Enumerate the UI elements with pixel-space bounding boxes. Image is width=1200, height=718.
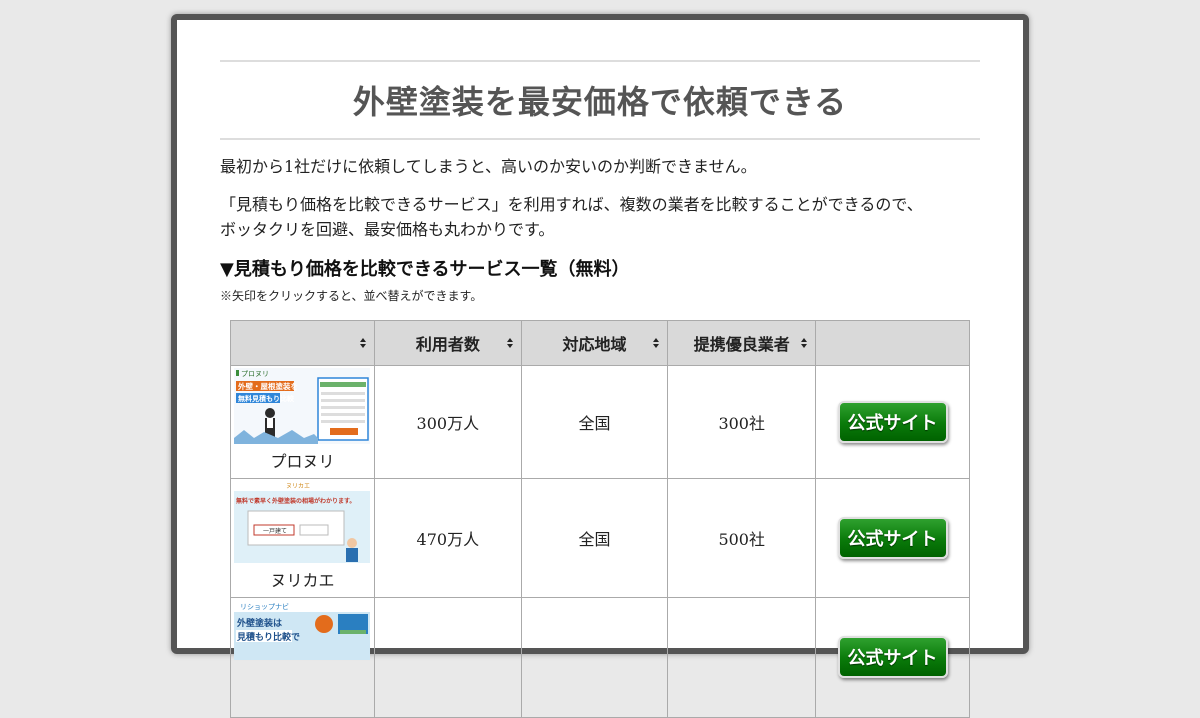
article: 外壁塗装を最安価格で依頼できる 最初から1社だけに依頼してしまうと、高いのか安い… <box>220 60 980 304</box>
service-cell: プロヌリ 外壁・屋根塗装を 無料見積もり比較 プロヌリ <box>230 365 375 479</box>
service-name: ヌリカエ <box>270 571 335 590</box>
sort-arrows-icon[interactable] <box>801 338 808 348</box>
header-users[interactable]: 利用者数 <box>373 320 522 366</box>
paragraph-line-1: 「見積もり価格を比較できるサービス」を利用すれば、複数の業者を比較することができ… <box>220 195 923 214</box>
thumb-sub-text: 見積もり比較で <box>236 631 300 643</box>
header-partners-label: 提携優良業者 <box>693 335 790 354</box>
users-cell: 300万人 <box>373 365 522 479</box>
official-site-button[interactable]: 公式サイト <box>837 636 948 678</box>
nurikae-screenshot-thumbnail[interactable]: ヌリカエ 無料で素早く外壁塗装の相場がわかります。 一戸建て <box>234 481 371 563</box>
sort-arrows-icon[interactable] <box>359 338 367 348</box>
intro-paragraph: 最初から1社だけに依頼してしまうと、高いのか安いのか判断できません。 <box>220 157 757 176</box>
users-cell <box>373 597 522 718</box>
header-partners[interactable]: 提携優良業者 <box>667 320 817 366</box>
service-list-heading: ▼見積もり価格を比較できるサービス一覧（無料） <box>220 259 630 280</box>
thumb-sub-text: 無料見積もり比較 <box>238 394 295 403</box>
table-row: ヌリカエ 無料で素早く外壁塗装の相場がわかります。 一戸建て ヌリカエ 470万… <box>230 478 970 598</box>
header-users-label: 利用者数 <box>415 335 480 354</box>
partners-cell: 500社 <box>667 478 817 598</box>
sort-arrows-icon[interactable] <box>506 338 514 348</box>
thumb-logo-text: ヌリカエ <box>286 483 310 490</box>
link-cell: 公式サイト <box>815 478 970 598</box>
region-cell: 全国 <box>520 365 669 479</box>
page-title: 外壁塗装を最安価格で依頼できる <box>352 83 848 121</box>
table-header-row: 利用者数 対応地域 提携優良業者 <box>230 320 970 366</box>
region-cell: 全国 <box>520 478 669 598</box>
header-region-label: 対応地域 <box>562 335 627 354</box>
sort-arrows-icon[interactable] <box>653 338 660 348</box>
header-service[interactable] <box>230 320 375 366</box>
link-cell: 公式サイト <box>815 597 970 718</box>
thumb-logo-text: リショップナビ <box>240 602 289 611</box>
partners-cell: 300社 <box>667 365 817 479</box>
official-site-button[interactable]: 公式サイト <box>837 517 948 559</box>
comparison-paragraph: 「見積もり価格を比較できるサービス」を利用すれば、複数の業者を比較することができ… <box>220 192 980 242</box>
sort-note: ※矢印をクリックすると、並べ替えができます。 <box>220 289 483 303</box>
header-region[interactable]: 対応地域 <box>520 320 669 366</box>
link-cell: 公式サイト <box>815 365 970 479</box>
service-cell: ヌリカエ 無料で素早く外壁塗装の相場がわかります。 一戸建て ヌリカエ <box>230 478 375 598</box>
thumb-headline-text: 無料で素早く外壁塗装の相場がわかります。 <box>236 497 355 505</box>
users-cell: 470万人 <box>373 478 522 598</box>
region-cell <box>520 597 669 718</box>
reshopnavi-screenshot-thumbnail[interactable]: リショップナビ 外壁塗装は 見積もり比較で <box>234 600 371 660</box>
paragraph-line-2: ボッタクリを回避、最安価格も丸わかりです。 <box>220 220 555 239</box>
official-site-button[interactable]: 公式サイト <box>837 401 948 443</box>
partners-cell <box>667 597 817 718</box>
comparison-table: 利用者数 対応地域 提携優良業者 プロヌリ 外壁・屋根塗装を 無料見積もり比較 … <box>230 320 970 718</box>
title-banner: 外壁塗装を最安価格で依頼できる <box>220 60 980 140</box>
pronuri-screenshot-thumbnail[interactable]: プロヌリ 外壁・屋根塗装を 無料見積もり比較 <box>234 368 371 444</box>
content-frame: 外壁塗装を最安価格で依頼できる 最初から1社だけに依頼してしまうと、高いのか安い… <box>171 14 1029 718</box>
service-name: プロヌリ <box>270 452 335 471</box>
service-cell: リショップナビ 外壁塗装は 見積もり比較で <box>230 597 375 718</box>
table-row: リショップナビ 外壁塗装は 見積もり比較で 公式サイト <box>230 597 970 718</box>
header-link <box>815 320 970 366</box>
thumb-logo-text: プロヌリ <box>241 370 269 378</box>
thumb-sub-text: 一戸建て <box>263 527 287 535</box>
table-row: プロヌリ 外壁・屋根塗装を 無料見積もり比較 プロヌリ 300万人 全国 300… <box>230 365 970 479</box>
thumb-headline-text: 外壁・屋根塗装を <box>238 381 298 391</box>
thumb-headline-text: 外壁塗装は <box>236 617 282 629</box>
